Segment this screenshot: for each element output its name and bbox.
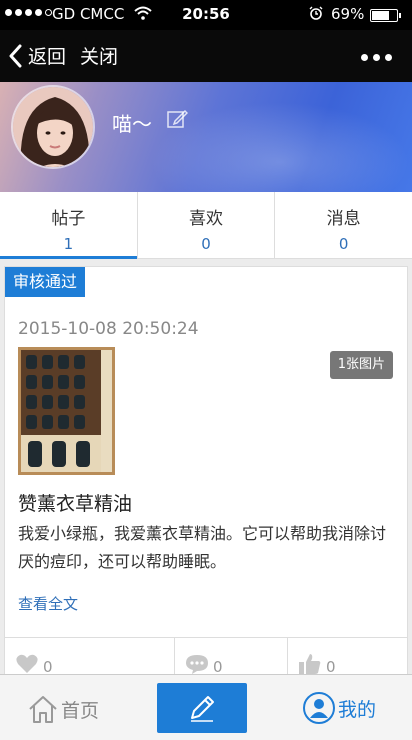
- tab-count: 0: [201, 235, 211, 253]
- profile-tabs: 帖子 1 喜欢 0 消息 0: [0, 192, 412, 259]
- pencil-icon: [191, 696, 214, 722]
- tab-messages[interactable]: 消息 0: [275, 192, 412, 258]
- status-bar: GD CMCC 20:56 69%: [0, 0, 412, 30]
- user-icon: [303, 692, 335, 724]
- thumbs-up-icon: [299, 654, 321, 674]
- home-icon: [29, 696, 57, 723]
- post-date: 2015-10-08 20:50:24: [18, 319, 199, 339]
- post-excerpt: 我爱小绿瓶，我爱薰衣草精油。它可以帮助我消除讨厌的痘印，还可以帮助睡眠。: [18, 524, 387, 571]
- nav-bar: 返回 关闭: [0, 30, 412, 82]
- image-count-badge: 1张图片: [329, 351, 393, 379]
- tab-likes[interactable]: 喜欢 0: [138, 192, 276, 258]
- tab-label: 消息: [326, 209, 361, 229]
- edit-icon[interactable]: [166, 108, 188, 130]
- tab-label: 喜欢: [189, 209, 223, 229]
- tab-count: 1: [63, 235, 74, 253]
- post-card[interactable]: 审核通过 2015-10-08 20:50:24 1张图片 赞薰衣草精油 我爱小…: [4, 266, 408, 685]
- alarm-icon: [309, 6, 323, 20]
- status-badge: 审核通过: [5, 267, 86, 297]
- more-icon[interactable]: [361, 54, 392, 61]
- mine-tab-label: 我的: [338, 698, 377, 721]
- post-thumbnail[interactable]: [18, 347, 115, 475]
- home-tab-label: 首页: [61, 699, 100, 722]
- compose-button[interactable]: [157, 683, 247, 733]
- profile-header: 喵～: [0, 82, 412, 192]
- close-button[interactable]: 关闭: [80, 42, 118, 69]
- mine-tab[interactable]: 我的: [302, 691, 376, 725]
- bottom-tab-bar: 首页 我的: [0, 674, 412, 740]
- heart-icon: [16, 654, 38, 673]
- back-chevron-icon: [9, 44, 22, 67]
- home-tab[interactable]: 首页: [27, 693, 99, 725]
- username: 喵～: [112, 112, 152, 136]
- comment-icon: [186, 655, 208, 674]
- read-more-link[interactable]: 查看全文: [18, 593, 78, 614]
- back-label: 返回: [28, 46, 67, 68]
- tab-label: 帖子: [51, 209, 86, 229]
- avatar[interactable]: [11, 85, 95, 169]
- battery-percent: 69%: [331, 5, 365, 23]
- tab-posts[interactable]: 帖子 1: [0, 192, 138, 259]
- battery-icon: [370, 9, 401, 22]
- tab-count: 0: [338, 235, 349, 253]
- back-button[interactable]: 返回: [8, 42, 66, 69]
- post-title: 赞薰衣草精油: [18, 493, 133, 515]
